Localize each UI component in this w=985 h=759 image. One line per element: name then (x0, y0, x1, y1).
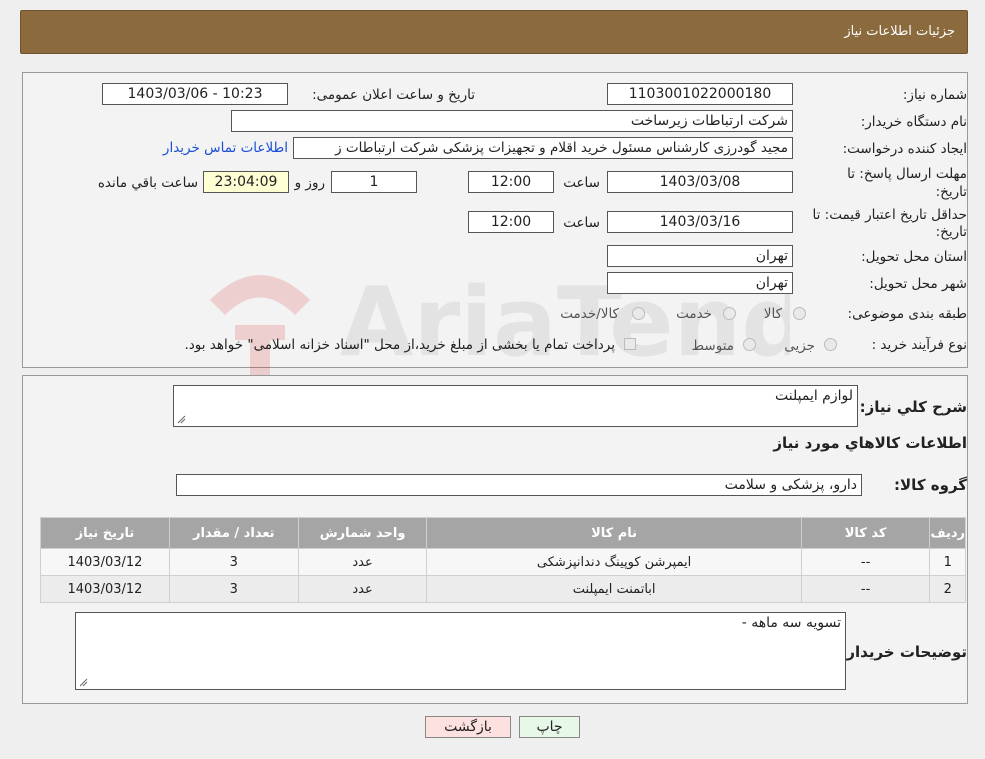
items-section-title: اطلاعات کالاهاي مورد نياز (773, 434, 967, 452)
remaining-time-field: 23:04:09 (203, 171, 289, 193)
validity-time-field: 12:00 (468, 211, 554, 233)
col-item-name: نام کالا (427, 518, 801, 548)
deadline-label-date: تاریخ: (935, 184, 967, 200)
col-quantity: تعداد / مقدار (169, 518, 298, 548)
table-header-row: رديف کد کالا نام کالا واحد شمارش تعداد /… (41, 518, 965, 548)
need-number-field: 1103001022000180 (607, 83, 793, 105)
process-option-minor: جزیی (784, 338, 815, 354)
buyer-contact-link[interactable]: اطلاعات تماس خریدار (163, 140, 288, 156)
resize-grip-icon[interactable] (177, 415, 186, 424)
validity-date-field: 1403/03/16 (607, 211, 793, 233)
category-radio-service[interactable] (723, 307, 736, 320)
validity-label: حداقل تاریخ اعتبار قیمت: تا (812, 207, 967, 223)
group-field: دارو، پزشکی و سلامت (176, 474, 862, 496)
buyer-notes-textarea[interactable]: تسویه سه ماهه - (75, 612, 846, 690)
process-radio-medium[interactable] (743, 338, 756, 351)
col-unit: واحد شمارش (298, 518, 427, 548)
process-label: نوع فرآیند خرید : (871, 337, 967, 353)
cell-item-code: -- (801, 576, 930, 602)
summary-textarea[interactable]: لوازم ایمپلنت (173, 385, 858, 427)
cell-item-code: -- (801, 549, 930, 575)
category-radio-both[interactable] (632, 307, 645, 320)
province-field: تهران (607, 245, 793, 267)
validity-time-label: ساعت (563, 215, 600, 231)
buyer-notes-label: توضیحات خریدار: (840, 643, 967, 661)
cell-row-number: 1 (930, 549, 965, 575)
cell-item-name: ایمپرشن کوپینگ دندانپزشکی (427, 549, 801, 575)
days-label: روز و (294, 175, 325, 191)
cell-quantity: 3 (169, 576, 298, 602)
announce-label: تاریخ و ساعت اعلان عمومی: (312, 87, 475, 103)
buyer-notes-text: تسویه سه ماهه - (741, 615, 841, 631)
category-option-service: خدمت (676, 306, 712, 322)
category-option-goods: کالا (763, 306, 782, 322)
col-row-number: رديف (930, 518, 965, 548)
remaining-days-field: 1 (331, 171, 417, 193)
cell-row-number: 2 (930, 576, 965, 602)
remaining-label: ساعت باقي مانده (97, 175, 198, 191)
announce-field: 1403/03/06 - 10:23 (102, 83, 288, 105)
category-option-both: کالا/خدمت (560, 306, 619, 322)
buyer-field: شرکت ارتباطات زیرساخت (231, 110, 793, 132)
cell-quantity: 3 (169, 549, 298, 575)
cell-need-date: 1403/03/12 (41, 576, 169, 602)
process-radio-minor[interactable] (824, 338, 837, 351)
cell-need-date: 1403/03/12 (41, 549, 169, 575)
deadline-date-field: 1403/03/08 (607, 171, 793, 193)
need-number-label: شماره نیاز: (902, 87, 967, 103)
items-table: رديف کد کالا نام کالا واحد شمارش تعداد /… (40, 517, 966, 603)
group-label: گروه کالا: (894, 476, 967, 494)
category-label: طبقه بندی موضوعی: (847, 306, 967, 322)
cell-unit: عدد (298, 549, 427, 575)
col-item-code: کد کالا (801, 518, 930, 548)
summary-text: لوازم ایمپلنت (775, 388, 853, 404)
city-field: تهران (607, 272, 793, 294)
creator-label: ایجاد کننده درخواست: (842, 141, 967, 157)
table-row: 2 -- اباتمنت ایمپلنت عدد 3 1403/03/12 (41, 576, 965, 602)
deadline-time-label: ساعت (563, 175, 600, 191)
page-title: جزئیات اطلاعات نیاز (844, 24, 955, 39)
back-button[interactable]: بازگشت (425, 716, 511, 738)
creator-field: مجید گودرزی کارشناس مسئول خرید اقلام و ت… (293, 137, 793, 159)
cell-unit: عدد (298, 576, 427, 602)
treasury-checkbox[interactable] (624, 338, 636, 350)
province-label: استان محل تحویل: (861, 249, 967, 265)
deadline-time-field: 12:00 (468, 171, 554, 193)
validity-label-date: تاریخ: (935, 224, 967, 240)
payment-note: پرداخت تمام یا بخشی از مبلغ خرید،از محل … (184, 337, 615, 353)
deadline-label: مهلت ارسال پاسخ: تا (847, 166, 967, 182)
process-option-medium: متوسط (691, 338, 734, 354)
col-need-date: تاریخ نیاز (41, 518, 169, 548)
table-row: 1 -- ایمپرشن کوپینگ دندانپزشکی عدد 3 140… (41, 549, 965, 575)
print-button[interactable]: چاپ (519, 716, 580, 738)
cell-item-name: اباتمنت ایمپلنت (427, 576, 801, 602)
category-radio-goods[interactable] (793, 307, 806, 320)
page-header: جزئیات اطلاعات نیاز (20, 10, 968, 54)
city-label: شهر محل تحویل: (869, 276, 967, 292)
resize-grip-icon[interactable] (79, 678, 88, 687)
buyer-label: نام دستگاه خریدار: (860, 114, 967, 130)
summary-label: شرح کلي نياز: (859, 398, 967, 416)
